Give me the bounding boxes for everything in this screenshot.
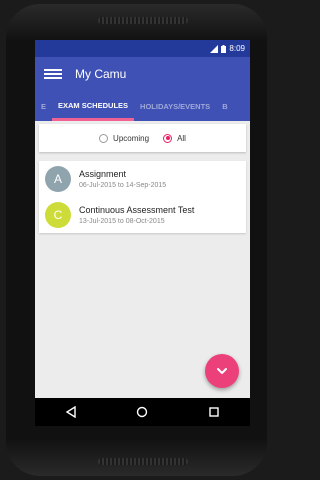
- top-speaker: [98, 17, 188, 24]
- chevron-down-icon: [217, 368, 227, 374]
- radio-all[interactable]: All: [163, 133, 186, 143]
- radio-upcoming-label: Upcoming: [113, 133, 150, 143]
- tab-holidays-events[interactable]: HOLIDAYS/EVENTS: [134, 102, 216, 111]
- radio-upcoming[interactable]: Upcoming: [99, 133, 150, 143]
- avatar: A: [45, 166, 71, 192]
- back-icon[interactable]: [63, 404, 79, 420]
- menu-icon[interactable]: [44, 67, 62, 81]
- radio-all-circle[interactable]: [163, 133, 173, 143]
- status-time: 8:09: [229, 44, 245, 53]
- battery-icon: [221, 44, 227, 53]
- item-title: Continuous Assessment Test: [79, 205, 195, 215]
- recent-apps-icon[interactable]: [206, 404, 222, 420]
- app-title: My Camu: [75, 67, 127, 81]
- bottom-speaker: [98, 458, 188, 465]
- list-item[interactable]: A Assignment 06-Jul-2015 to 14-Sep-2015: [39, 161, 246, 197]
- home-icon[interactable]: [134, 404, 150, 420]
- item-dates: 13-Jul-2015 to 08-Oct-2015: [79, 218, 165, 225]
- system-nav-bar: [35, 398, 250, 426]
- app-bar: My Camu: [35, 57, 250, 91]
- signal-icon: [210, 44, 219, 53]
- item-dates: 06-Jul-2015 to 14-Sep-2015: [79, 182, 167, 189]
- avatar: C: [45, 202, 71, 228]
- radio-all-label: All: [177, 133, 186, 143]
- list-item[interactable]: C Continuous Assessment Test 13-Jul-2015…: [39, 197, 246, 233]
- radio-upcoming-circle[interactable]: [99, 133, 109, 143]
- phone-frame: 8:09 My Camu E EXAM SCHEDULES HOLIDAYS/E…: [6, 4, 267, 476]
- tab-partial-right[interactable]: B: [216, 102, 233, 111]
- item-title: Assignment: [79, 169, 127, 179]
- schedule-list: A Assignment 06-Jul-2015 to 14-Sep-2015 …: [39, 161, 246, 233]
- fab-button[interactable]: [205, 354, 239, 388]
- tab-partial-left[interactable]: E: [35, 102, 52, 111]
- status-bar: 8:09: [35, 40, 250, 57]
- tab-exam-schedules[interactable]: EXAM SCHEDULES: [52, 91, 135, 121]
- tab-bar: E EXAM SCHEDULES HOLIDAYS/EVENTS B: [35, 91, 250, 121]
- screen: 8:09 My Camu E EXAM SCHEDULES HOLIDAYS/E…: [35, 40, 250, 426]
- filter-bar: Upcoming All: [39, 124, 246, 152]
